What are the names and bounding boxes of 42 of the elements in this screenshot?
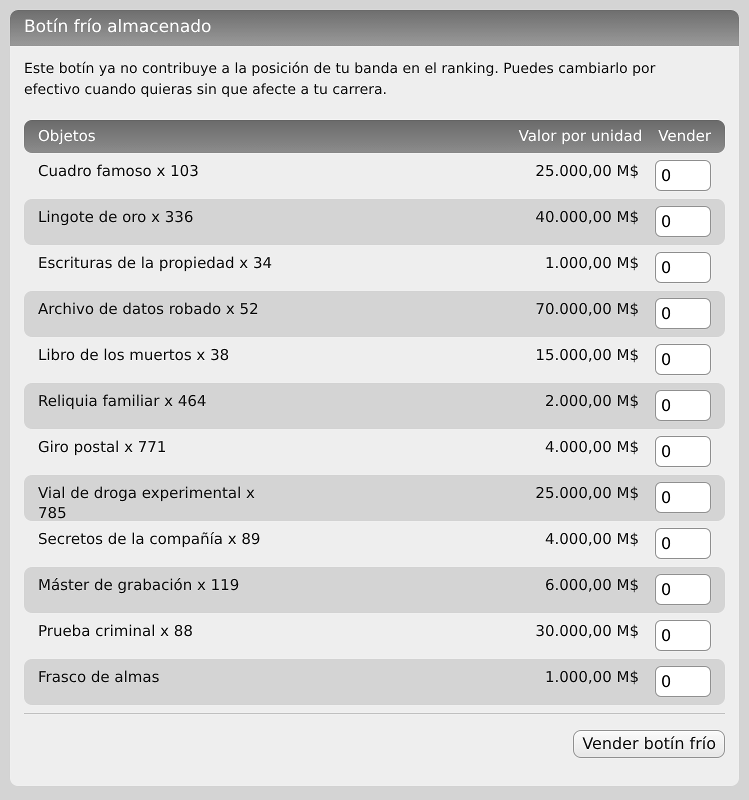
unit-value: 2.000,00 M$ [544,391,639,411]
sell-quantity-field[interactable]: 0 [655,528,711,559]
item-name: Escrituras de la propiedad x 34 [38,253,274,273]
unit-value: 15.000,00 M$ [535,345,639,365]
item-name: Vial de droga experimental x 785 [38,483,256,523]
item-name: Libro de los muertos x 38 [38,345,230,365]
unit-value: 4.000,00 M$ [544,437,639,457]
sell-quantity-field[interactable]: 0 [655,574,711,605]
item-name: Lingote de oro x 336 [38,207,194,227]
sell-button[interactable]: Vender botín frío [573,730,725,758]
sell-quantity-field[interactable]: 0 [655,620,711,651]
column-header: Vender [658,126,711,148]
item-name: Reliquia familiar x 464 [38,391,208,411]
unit-value: 25.000,00 M$ [535,161,639,181]
sell-quantity-field[interactable]: 0 [655,666,711,697]
sell-quantity-field[interactable]: 0 [655,436,711,467]
unit-value: 1.000,00 M$ [544,253,639,273]
sell-quantity-field[interactable]: 0 [655,160,711,191]
item-name: Giro postal x 771 [38,437,168,457]
unit-value: 70.000,00 M$ [535,299,639,319]
item-name: Cuadro famoso x 103 [38,161,200,181]
unit-value: 6.000,00 M$ [544,575,639,595]
unit-value: 30.000,00 M$ [535,621,639,641]
item-name: Frasco de almas [38,667,160,687]
unit-value: 1.000,00 M$ [544,667,639,687]
unit-value: 4.000,00 M$ [544,529,639,549]
sell-quantity-field[interactable]: 0 [655,390,711,421]
unit-value: 40.000,00 M$ [535,207,639,227]
sell-quantity-field[interactable]: 0 [655,252,711,283]
column-header: Valor por unidad [518,126,642,148]
item-name: Prueba criminal x 88 [38,621,194,641]
unit-value: 25.000,00 M$ [535,483,639,503]
item-name: Secretos de la compañía x 89 [38,529,262,549]
column-header: Objetos [38,126,97,148]
panel-title: Botín frío almacenado [10,10,739,46]
sell-quantity-field[interactable]: 0 [655,298,711,329]
sell-quantity-field[interactable]: 0 [655,206,711,237]
sell-quantity-field[interactable]: 0 [655,482,711,513]
description-text: Este botín ya no contribuye a la posición de tu banda en el ranking. Puedes cambiarlo por efectivo cuando quieras sin que afecte a tu carrera. [24,60,656,100]
sell-quantity-field[interactable]: 0 [655,344,711,375]
item-name: Archivo de datos robado x 52 [38,299,260,319]
item-name: Máster de grabación x 119 [38,575,240,595]
